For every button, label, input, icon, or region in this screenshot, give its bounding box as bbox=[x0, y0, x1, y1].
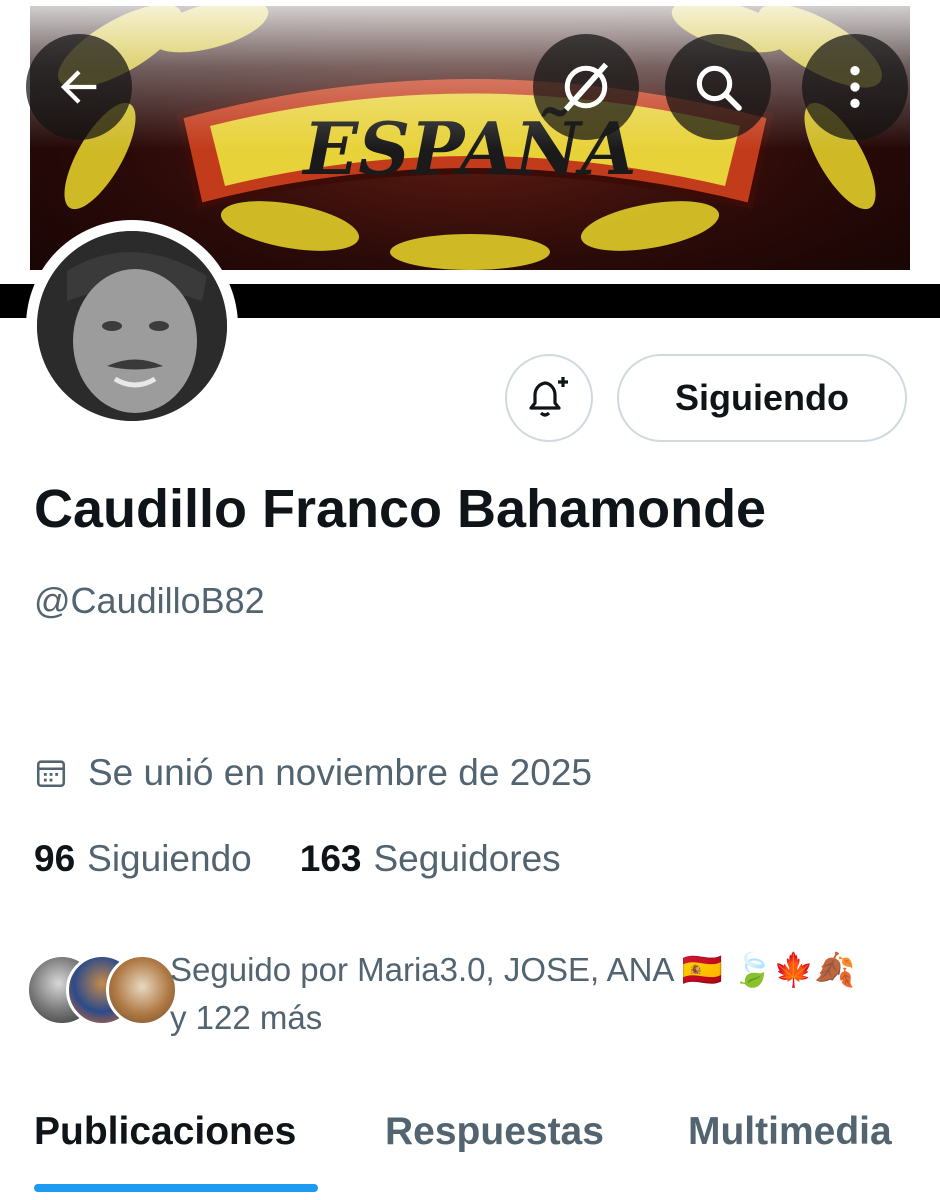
grok-button[interactable] bbox=[533, 34, 639, 140]
search-button[interactable] bbox=[665, 34, 771, 140]
followers-count-link[interactable]: 163 Seguidores bbox=[300, 838, 561, 880]
following-label: Siguiendo bbox=[87, 838, 252, 879]
notifications-button[interactable] bbox=[505, 354, 593, 442]
more-button[interactable] bbox=[802, 34, 908, 140]
follow-stats: 96 Siguiendo 163 Seguidores bbox=[34, 838, 561, 880]
following-count-link[interactable]: 96 Siguiendo bbox=[34, 838, 252, 880]
back-button[interactable] bbox=[26, 34, 132, 140]
following-count: 96 bbox=[34, 838, 76, 879]
more-vertical-icon bbox=[850, 66, 860, 108]
active-tab-indicator bbox=[34, 1184, 318, 1192]
user-handle: @CaudilloB82 bbox=[34, 580, 265, 621]
followers-count: 163 bbox=[299, 838, 362, 879]
tab-respuestas[interactable]: Respuestas bbox=[385, 1110, 604, 1154]
followed-by-line: Seguido por Maria3.0, JOSE, ANA 🇪🇸 🍃🍁🍂 bbox=[170, 951, 856, 988]
display-name: Caudillo Franco Bahamonde bbox=[34, 479, 767, 539]
followed-by-text[interactable]: Seguido por Maria3.0, JOSE, ANA 🇪🇸 🍃🍁🍂 y… bbox=[170, 946, 910, 1042]
join-date-text: Se unió en noviembre de 2025 bbox=[88, 752, 592, 793]
search-icon bbox=[696, 65, 742, 111]
followers-label: Seguidores bbox=[373, 838, 561, 879]
avatar bbox=[106, 954, 178, 1026]
avatar-image bbox=[37, 231, 227, 421]
grok-icon bbox=[563, 62, 609, 112]
calendar-icon bbox=[36, 760, 66, 788]
profile-tabs: Publicaciones Respuestas Multimedia bbox=[0, 1100, 940, 1200]
tab-publicaciones[interactable]: Publicaciones bbox=[34, 1110, 296, 1154]
bell-plus-icon bbox=[529, 377, 568, 417]
followed-by-avatars[interactable] bbox=[26, 954, 178, 1026]
profile-avatar[interactable] bbox=[26, 220, 238, 432]
join-date: Se unió en noviembre de 2025 bbox=[34, 752, 592, 794]
following-button[interactable]: Siguiendo bbox=[617, 354, 907, 442]
arrow-left-icon bbox=[60, 70, 97, 104]
followed-by-more: y 122 más bbox=[170, 999, 323, 1036]
tab-multimedia[interactable]: Multimedia bbox=[688, 1110, 892, 1154]
